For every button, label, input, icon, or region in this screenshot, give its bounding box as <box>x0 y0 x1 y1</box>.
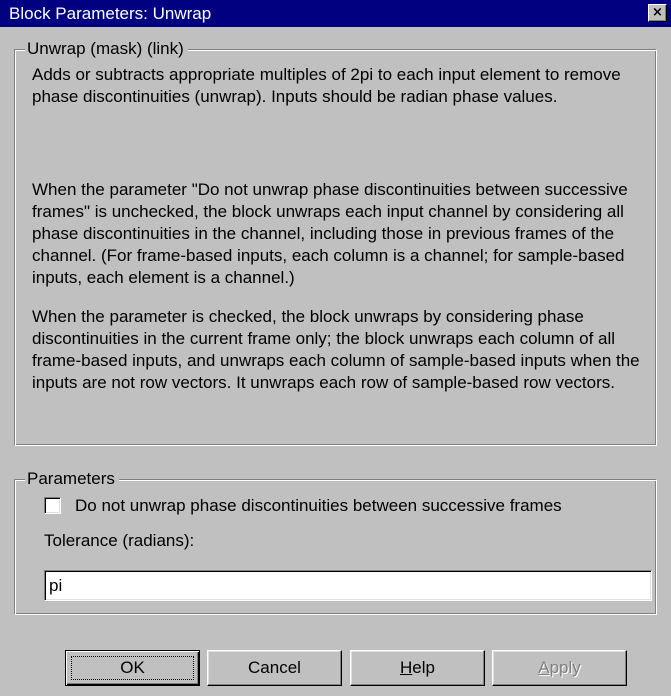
cancel-button[interactable]: Cancel <box>207 650 342 686</box>
help-mnemonic: H <box>400 658 413 677</box>
help-button[interactable]: Help <box>350 650 485 686</box>
title-bar[interactable]: Block Parameters: Unwrap × <box>0 0 671 27</box>
description-paragraph: When the parameter "Do not unwrap phase … <box>32 180 628 287</box>
close-button[interactable]: × <box>648 4 667 22</box>
help-label: elp <box>412 658 435 677</box>
close-icon: × <box>652 5 663 20</box>
ok-focus-rect: OK <box>71 656 194 680</box>
description-paragraph: When the parameter is checked, the block… <box>32 307 640 392</box>
tolerance-label: Tolerance (radians): <box>44 531 195 550</box>
ok-label: OK <box>120 658 145 677</box>
parameters-group: Parameters Do not unwrap phase discontin… <box>14 469 657 615</box>
apply-button[interactable]: Apply <box>492 650 627 686</box>
description-group-title: Unwrap (mask) (link) <box>25 39 188 59</box>
apply-mnemonic: A <box>538 658 550 677</box>
ok-button[interactable]: OK <box>65 650 200 686</box>
frames-checkbox-label[interactable]: Do not unwrap phase discontinuities betw… <box>75 495 562 517</box>
apply-label: pply <box>549 658 581 677</box>
dialog-window: Block Parameters: Unwrap × Unwrap (mask)… <box>0 0 671 696</box>
frames-checkbox[interactable] <box>44 497 61 514</box>
description-paragraph: Adds or subtracts appropriate multiples … <box>32 65 621 106</box>
cancel-label: Cancel <box>248 658 301 677</box>
tolerance-input[interactable] <box>44 570 652 601</box>
window-title: Block Parameters: Unwrap <box>9 4 212 23</box>
parameters-group-title: Parameters <box>25 469 119 489</box>
description-group: Unwrap (mask) (link) Adds or subtracts a… <box>14 39 657 446</box>
